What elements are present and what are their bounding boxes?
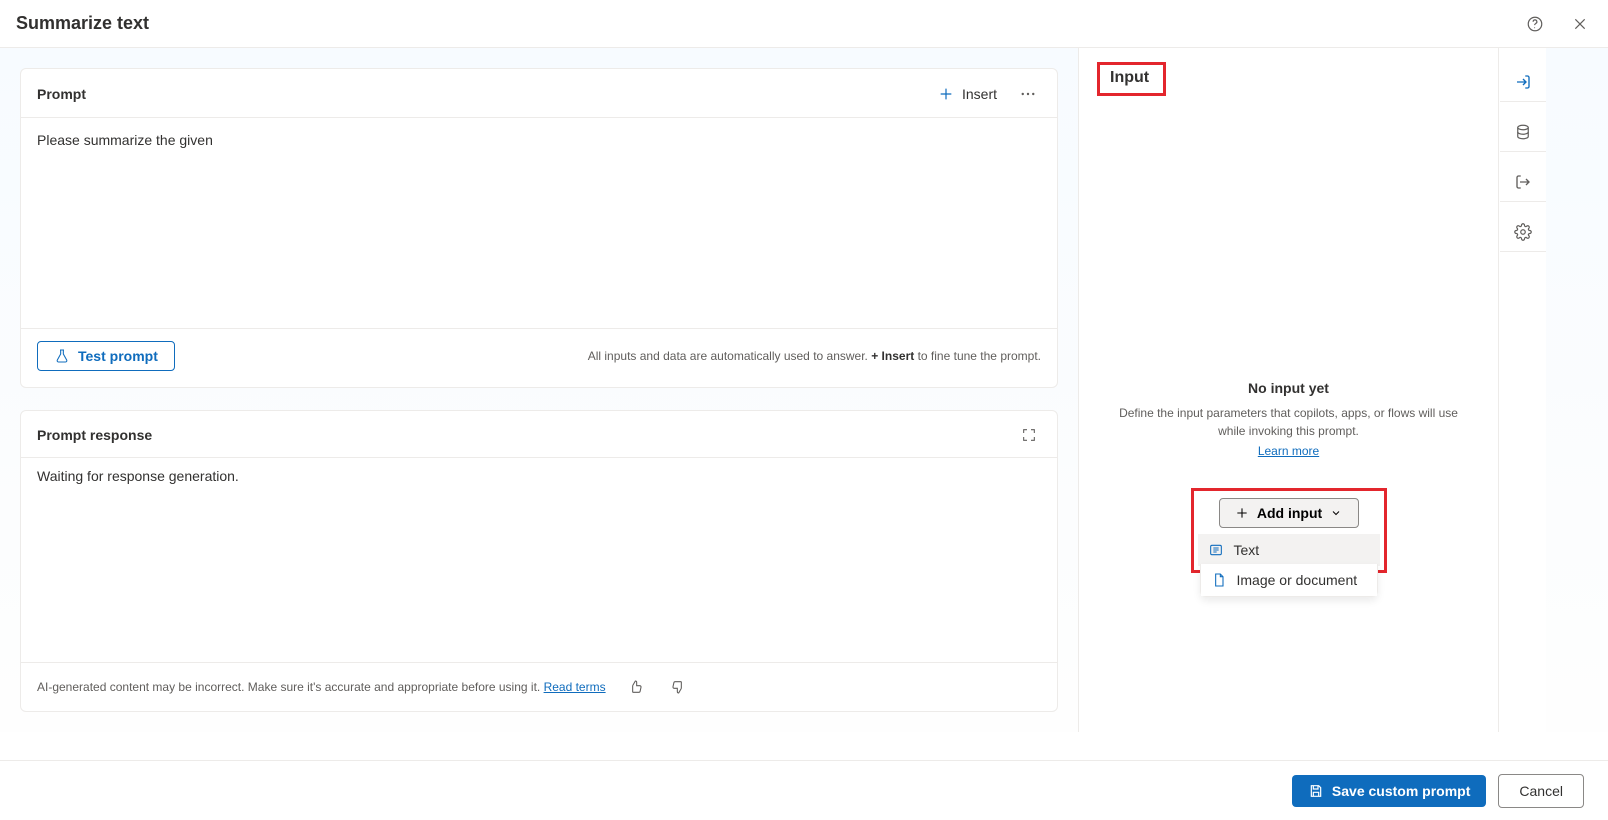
learn-more-link[interactable]: Learn more xyxy=(1258,444,1319,458)
save-label: Save custom prompt xyxy=(1332,783,1470,799)
rail-data-icon[interactable] xyxy=(1500,112,1546,152)
read-terms-link[interactable]: Read terms xyxy=(544,680,606,694)
flask-icon xyxy=(54,348,70,364)
menu-item-image-doc[interactable]: Image or document xyxy=(1201,564,1377,596)
main-area: Prompt Insert Please summarize the given xyxy=(0,48,1608,732)
more-icon[interactable] xyxy=(1015,81,1041,107)
thumbs-down-icon[interactable] xyxy=(666,675,690,699)
prompt-footer: Test prompt All inputs and data are auto… xyxy=(21,328,1057,387)
ai-disclaimer: AI-generated content may be incorrect. M… xyxy=(37,680,606,694)
disclaimer-text: AI-generated content may be incorrect. M… xyxy=(37,680,544,694)
header-actions xyxy=(1522,11,1592,37)
input-panel: Input No input yet Define the input para… xyxy=(1078,48,1498,732)
dialog-header: Summarize text xyxy=(0,0,1608,48)
dialog-footer: Save custom prompt Cancel xyxy=(0,760,1608,820)
input-heading-highlight: Input xyxy=(1097,62,1166,96)
prompt-card-header: Prompt Insert xyxy=(21,69,1057,118)
left-column: Prompt Insert Please summarize the given xyxy=(0,48,1078,732)
prompt-title: Prompt xyxy=(37,86,86,102)
rail-output-icon[interactable] xyxy=(1500,162,1546,202)
insert-label: Insert xyxy=(962,86,997,102)
save-icon xyxy=(1308,783,1324,799)
thumbs-up-icon[interactable] xyxy=(624,675,648,699)
test-prompt-button[interactable]: Test prompt xyxy=(37,341,175,371)
input-heading: Input xyxy=(1110,69,1149,86)
input-empty-state: No input yet Define the input parameters… xyxy=(1079,380,1498,458)
response-card: Prompt response Waiting for response gen… xyxy=(20,410,1058,712)
response-footer: AI-generated content may be incorrect. M… xyxy=(21,662,1057,711)
document-icon xyxy=(1211,572,1227,588)
add-input-label: Add input xyxy=(1257,505,1322,521)
plus-icon xyxy=(1235,506,1249,520)
cancel-button[interactable]: Cancel xyxy=(1498,774,1584,808)
hint-bold: + Insert xyxy=(871,349,914,363)
rail-input-icon[interactable] xyxy=(1500,62,1546,102)
plus-icon xyxy=(938,86,954,102)
expand-icon[interactable] xyxy=(1017,423,1041,447)
prompt-header-actions: Insert xyxy=(938,81,1041,107)
add-input-dropdown-extra: Image or document xyxy=(1200,564,1378,597)
response-title: Prompt response xyxy=(37,427,152,443)
prompt-hint: All inputs and data are automatically us… xyxy=(588,349,1041,363)
help-icon[interactable] xyxy=(1522,11,1548,37)
rail-settings-icon[interactable] xyxy=(1500,212,1546,252)
prompt-card: Prompt Insert Please summarize the given xyxy=(20,68,1058,388)
text-icon xyxy=(1208,542,1224,558)
hint-post: to fine tune the prompt. xyxy=(914,349,1041,363)
menu-item-image-doc-label: Image or document xyxy=(1237,572,1358,588)
hint-pre: All inputs and data are automatically us… xyxy=(588,349,872,363)
no-input-title: No input yet xyxy=(1109,380,1468,396)
right-rail xyxy=(1498,48,1546,732)
menu-item-text[interactable]: Text xyxy=(1198,534,1380,566)
add-input-button[interactable]: Add input xyxy=(1219,498,1359,528)
chevron-down-icon xyxy=(1330,507,1342,519)
menu-item-text-label: Text xyxy=(1234,542,1260,558)
test-prompt-label: Test prompt xyxy=(78,348,158,364)
response-card-header: Prompt response xyxy=(21,411,1057,458)
add-input-highlight: Add input Text xyxy=(1191,488,1387,573)
no-input-desc: Define the input parameters that copilot… xyxy=(1109,404,1468,440)
insert-button[interactable]: Insert xyxy=(938,86,997,102)
prompt-textarea[interactable]: Please summarize the given xyxy=(21,118,1057,328)
response-body: Waiting for response generation. xyxy=(21,458,1057,662)
page-title: Summarize text xyxy=(16,13,149,34)
close-icon[interactable] xyxy=(1568,12,1592,36)
add-input-dropdown: Text xyxy=(1198,534,1380,566)
save-button[interactable]: Save custom prompt xyxy=(1292,775,1486,807)
